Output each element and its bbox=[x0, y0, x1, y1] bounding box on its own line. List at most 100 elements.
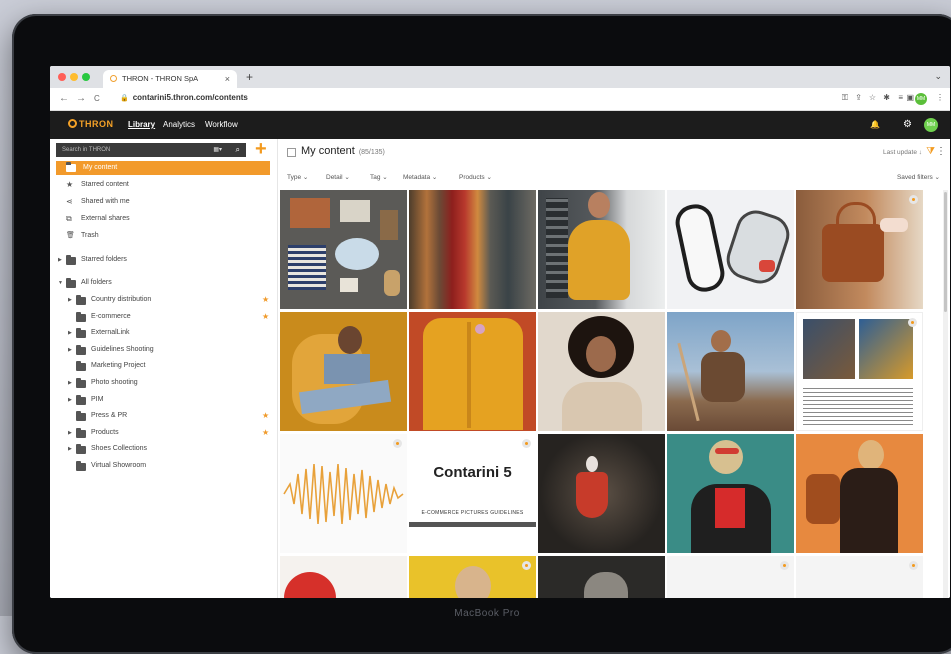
browser-tab-bar: THRON - THRON SpA × + ⌄ bbox=[50, 66, 950, 88]
star-icon[interactable]: ★ bbox=[262, 310, 269, 324]
expand-arrow-icon[interactable]: ▶ bbox=[58, 253, 62, 267]
back-icon[interactable]: ← bbox=[59, 93, 69, 104]
content-tile-woman-chair[interactable] bbox=[280, 312, 407, 431]
reload-icon[interactable]: C bbox=[94, 94, 100, 103]
menu-workflow[interactable]: Workflow bbox=[205, 120, 238, 129]
forward-icon[interactable]: → bbox=[76, 93, 86, 104]
notifications-bell-icon[interactable]: 🔔 bbox=[870, 120, 880, 129]
expand-arrow-icon[interactable]: ▶ bbox=[68, 426, 72, 440]
settings-gear-icon[interactable]: ⚙ bbox=[903, 119, 912, 130]
flower-shape bbox=[475, 324, 485, 334]
filter-metadata[interactable]: Metadata ⌄ bbox=[403, 173, 437, 181]
content-tile-orange-bg[interactable] bbox=[796, 434, 923, 553]
select-all-checkbox[interactable] bbox=[287, 148, 296, 157]
saved-filters-dropdown[interactable]: Saved filters ⌄ bbox=[897, 173, 940, 181]
add-content-button[interactable]: + bbox=[255, 139, 267, 159]
filter-detail[interactable]: Detail ⌄ bbox=[326, 173, 350, 181]
sidebar-item-my-content[interactable]: My content bbox=[56, 161, 270, 175]
sidebar-item-label: Trash bbox=[81, 232, 99, 239]
expand-arrow-icon[interactable]: ▶ bbox=[68, 343, 72, 357]
content-tile-brown-bag[interactable] bbox=[796, 190, 923, 309]
content-tile-yellow-hoodie[interactable] bbox=[538, 190, 665, 309]
minimize-window-dot[interactable] bbox=[70, 73, 78, 81]
collapse-arrow-icon[interactable]: ▼ bbox=[58, 276, 63, 290]
browser-profile-avatar[interactable]: MM bbox=[915, 93, 927, 105]
folder-icon bbox=[76, 328, 86, 339]
browser-tab[interactable]: THRON - THRON SpA × bbox=[103, 70, 237, 88]
extensions-icon[interactable]: ✱ bbox=[883, 93, 890, 102]
sneaker-right-shape bbox=[721, 205, 794, 289]
app-header: THRON Library Analytics Workflow 🔔 ⚙ MM bbox=[50, 111, 950, 139]
link-badge-icon bbox=[909, 561, 918, 570]
star-icon[interactable]: ★ bbox=[262, 409, 269, 423]
content-tile-shoe-dark[interactable] bbox=[538, 556, 665, 598]
sneaker-accent-shape bbox=[759, 260, 775, 272]
tab-search-icon[interactable]: ⌄ bbox=[934, 71, 942, 82]
more-options-icon[interactable]: ⋮ bbox=[936, 146, 946, 157]
content-tile-guidelines[interactable]: Contarini 5 E-COMMERCE PICTURES GUIDELIN… bbox=[409, 434, 536, 553]
star-icon[interactable]: ★ bbox=[262, 426, 269, 440]
key-icon[interactable]: ⚿ bbox=[842, 93, 848, 103]
filter-tag[interactable]: Tag ⌄ bbox=[370, 173, 388, 181]
content-tile-blank-2[interactable] bbox=[796, 556, 923, 598]
expand-arrow-icon[interactable]: ▶ bbox=[68, 376, 72, 390]
folder-label: Guidelines Shooting bbox=[91, 345, 154, 353]
sidebar: Search in THRON ▦▾ ⌕ + My content ★ Star… bbox=[50, 139, 278, 598]
url-field[interactable]: 🔒 contarini5.thron.com/contents bbox=[120, 93, 248, 102]
guidelines-title: Contarini 5 bbox=[433, 464, 512, 481]
content-tile-sneakers[interactable] bbox=[667, 190, 794, 309]
bookmark-star-icon[interactable]: ☆ bbox=[869, 93, 876, 102]
close-window-dot[interactable] bbox=[58, 73, 66, 81]
expand-arrow-icon[interactable]: ▶ bbox=[68, 326, 72, 340]
expand-arrow-icon[interactable]: ▶ bbox=[68, 293, 72, 307]
menu-library[interactable]: Library bbox=[128, 120, 155, 129]
thron-favicon-icon bbox=[110, 75, 117, 82]
folder-label: Shoes Collections bbox=[91, 445, 148, 453]
expand-arrow-icon[interactable]: ▶ bbox=[68, 442, 72, 456]
content-tile-blank-1[interactable] bbox=[667, 556, 794, 598]
maximize-window-dot[interactable] bbox=[82, 73, 90, 81]
folder-label: Marketing Project bbox=[91, 362, 146, 370]
bag-shape bbox=[806, 474, 840, 524]
search-scope-dropdown[interactable]: ▦▾ bbox=[213, 143, 222, 157]
expand-arrow-icon[interactable]: ▶ bbox=[68, 393, 72, 407]
url-text: contarini5.thron.com/contents bbox=[132, 93, 248, 102]
content-tile-red-shoes[interactable] bbox=[280, 556, 407, 598]
content-tile-red-dress[interactable] bbox=[538, 434, 665, 553]
face-shape bbox=[455, 566, 491, 598]
coat-seam-shape bbox=[467, 322, 471, 428]
content-tile-curly-hair[interactable] bbox=[538, 312, 665, 431]
content-tile-document[interactable] bbox=[796, 312, 923, 431]
folder-icon bbox=[76, 295, 86, 305]
folder-icon bbox=[76, 427, 86, 438]
new-tab-button[interactable]: + bbox=[246, 70, 253, 84]
thron-logo[interactable]: THRON bbox=[68, 119, 114, 129]
content-tile-woman-rocks[interactable] bbox=[667, 312, 794, 431]
filter-type[interactable]: Type ⌄ bbox=[287, 173, 308, 181]
side-panel-icon[interactable]: ▣ bbox=[906, 93, 914, 102]
content-tile-audio-waveform[interactable] bbox=[280, 434, 407, 553]
hair-shape bbox=[338, 326, 362, 354]
user-avatar[interactable]: MM bbox=[924, 118, 938, 132]
search-input[interactable]: Search in THRON ▦▾ ⌕ bbox=[56, 143, 246, 157]
scrollbar-thumb[interactable] bbox=[944, 192, 947, 312]
reading-list-icon[interactable]: ≡ bbox=[898, 93, 903, 102]
close-tab-icon[interactable]: × bbox=[225, 70, 230, 88]
menu-analytics[interactable]: Analytics bbox=[163, 120, 195, 129]
content-tile-yellow-coat[interactable] bbox=[409, 312, 536, 431]
content-tile-yellow-portrait[interactable] bbox=[409, 556, 536, 598]
content-count: (85/135) bbox=[358, 149, 385, 156]
filter-products[interactable]: Products ⌄ bbox=[459, 173, 492, 181]
filter-icon[interactable]: ⧩ bbox=[926, 146, 935, 157]
content-tile-sunglasses-woman[interactable] bbox=[667, 434, 794, 553]
sort-dropdown[interactable]: Last update ↓ bbox=[883, 149, 922, 156]
search-icon[interactable]: ⌕ bbox=[236, 143, 240, 157]
star-icon[interactable]: ★ bbox=[262, 293, 269, 307]
content-tile-fabrics[interactable] bbox=[409, 190, 536, 309]
red-shoe-shape bbox=[284, 572, 336, 598]
share-icon[interactable]: ⇪ bbox=[855, 93, 862, 102]
content-tile-flatlay[interactable] bbox=[280, 190, 407, 309]
grid-scrollbar[interactable] bbox=[943, 190, 948, 598]
waveform-graphic bbox=[283, 463, 404, 525]
browser-menu-icon[interactable]: ⋮ bbox=[936, 93, 944, 102]
